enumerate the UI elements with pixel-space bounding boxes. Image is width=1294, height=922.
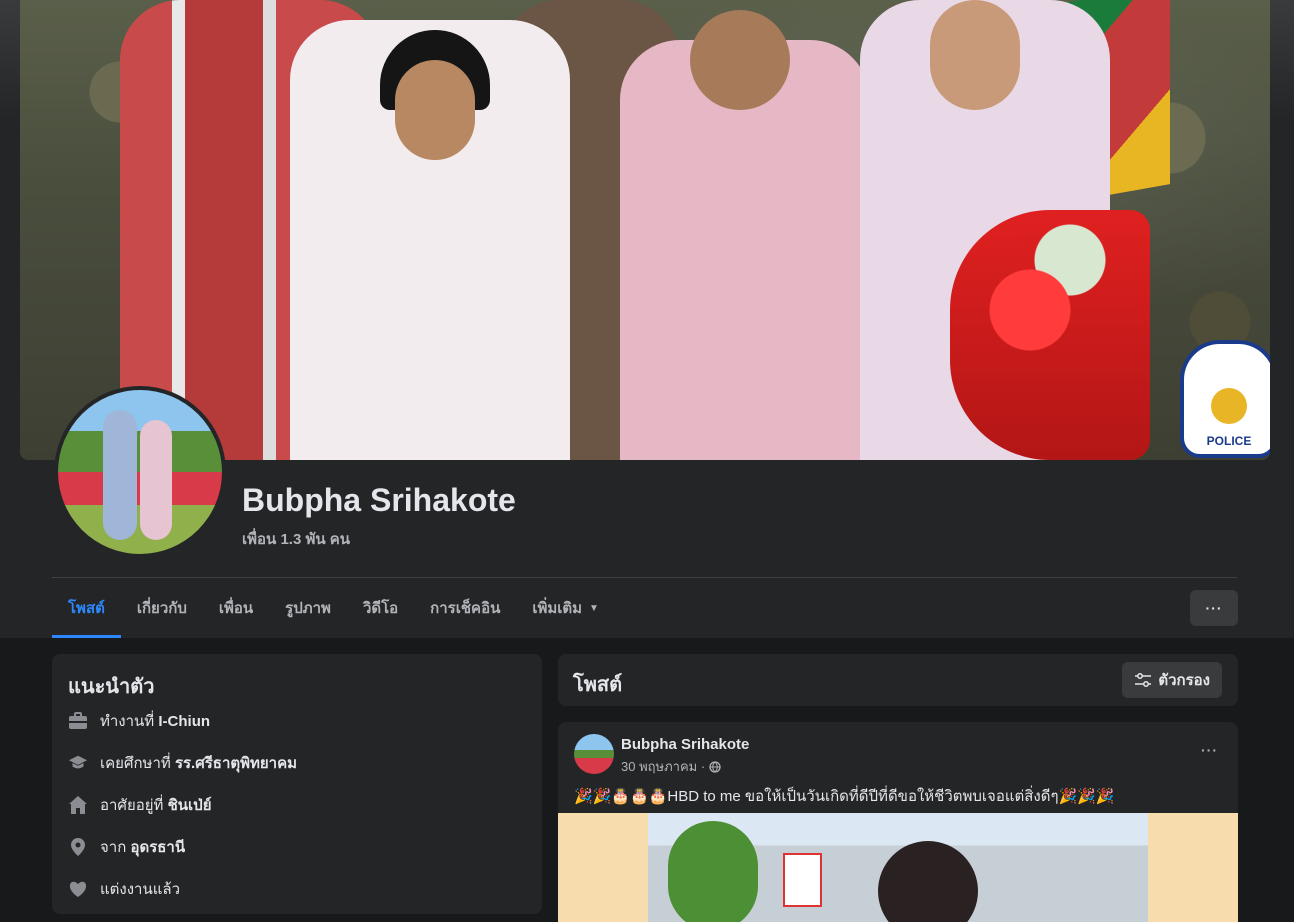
intro-relationship: แต่งงานแล้ว	[68, 877, 180, 901]
profile-avatar[interactable]	[54, 386, 226, 558]
posts-title: โพสต์	[573, 674, 623, 696]
profile-name[interactable]: Bubpha Srihakote	[242, 482, 516, 519]
tab-videos[interactable]: วิดีโอ	[347, 578, 414, 638]
heart-icon	[68, 879, 88, 899]
location-pin-icon	[68, 837, 88, 857]
post-menu-button[interactable]: ···	[1201, 742, 1218, 758]
post-image[interactable]	[558, 813, 1238, 922]
tab-about[interactable]: เกี่ยวกับ	[121, 578, 203, 638]
intro-lives-in: อาศัยอยู่ที่ ชินเป่ย์	[68, 793, 211, 817]
cover-person	[620, 10, 870, 460]
briefcase-icon	[68, 711, 88, 731]
filter-sliders-icon	[1134, 672, 1152, 688]
tab-posts[interactable]: โพสต์	[52, 578, 121, 638]
intro-title: แนะนำตัว	[68, 676, 155, 698]
more-options-button[interactable]: ···	[1190, 590, 1238, 626]
tab-more[interactable]: เพิ่มเติม ▼	[516, 578, 615, 638]
cover-person	[290, 20, 570, 460]
tab-checkins[interactable]: การเช็คอิน	[414, 578, 516, 638]
tab-friends[interactable]: เพื่อน	[203, 578, 269, 638]
tab-photos[interactable]: รูปภาพ	[269, 578, 347, 638]
intro-from: จาก อุดรธานี	[68, 835, 185, 859]
avatar-image	[58, 390, 222, 554]
post-date[interactable]: 30 พฤษภาคม ·	[621, 756, 705, 777]
police-badge-emblem: POLICE	[1180, 340, 1270, 458]
post-card: Bubpha Srihakote 30 พฤษภาคม · ··· 🎉🎉🎂🎂🎂H…	[558, 722, 1238, 922]
intro-card: แนะนำตัว ทำงานที่ I-Chiun เคยศึกษาที่ รร…	[52, 654, 542, 914]
intro-work: ทำงานที่ I-Chiun	[68, 709, 210, 733]
cover-photo[interactable]: POLICE	[20, 0, 1270, 460]
caret-down-icon: ▼	[589, 602, 599, 614]
posts-header: โพสต์ ตัวกรอง	[558, 654, 1238, 706]
profile-tabs: โพสต์ เกี่ยวกับ เพื่อน รูปภาพ วิดีโอ การ…	[52, 578, 615, 638]
globe-icon	[709, 760, 721, 773]
friends-count[interactable]: เพื่อน 1.3 พัน คน	[242, 527, 350, 551]
post-author-avatar[interactable]	[574, 734, 614, 774]
graduation-cap-icon	[68, 753, 88, 773]
filter-button[interactable]: ตัวกรอง	[1122, 662, 1222, 698]
home-icon	[68, 795, 88, 815]
police-text: POLICE	[1206, 434, 1252, 448]
post-text: 🎉🎉🎂🎂🎂HBD to me ขอให้เป็นวันเกิดที่ดีปีที…	[574, 788, 1115, 805]
post-meta: 30 พฤษภาคม ·	[621, 756, 721, 777]
post-author-name[interactable]: Bubpha Srihakote	[621, 736, 749, 753]
flower-bouquet	[950, 210, 1150, 460]
intro-education: เคยศึกษาที่ รร.ศรีธาตุพิทยาคม	[68, 751, 297, 775]
